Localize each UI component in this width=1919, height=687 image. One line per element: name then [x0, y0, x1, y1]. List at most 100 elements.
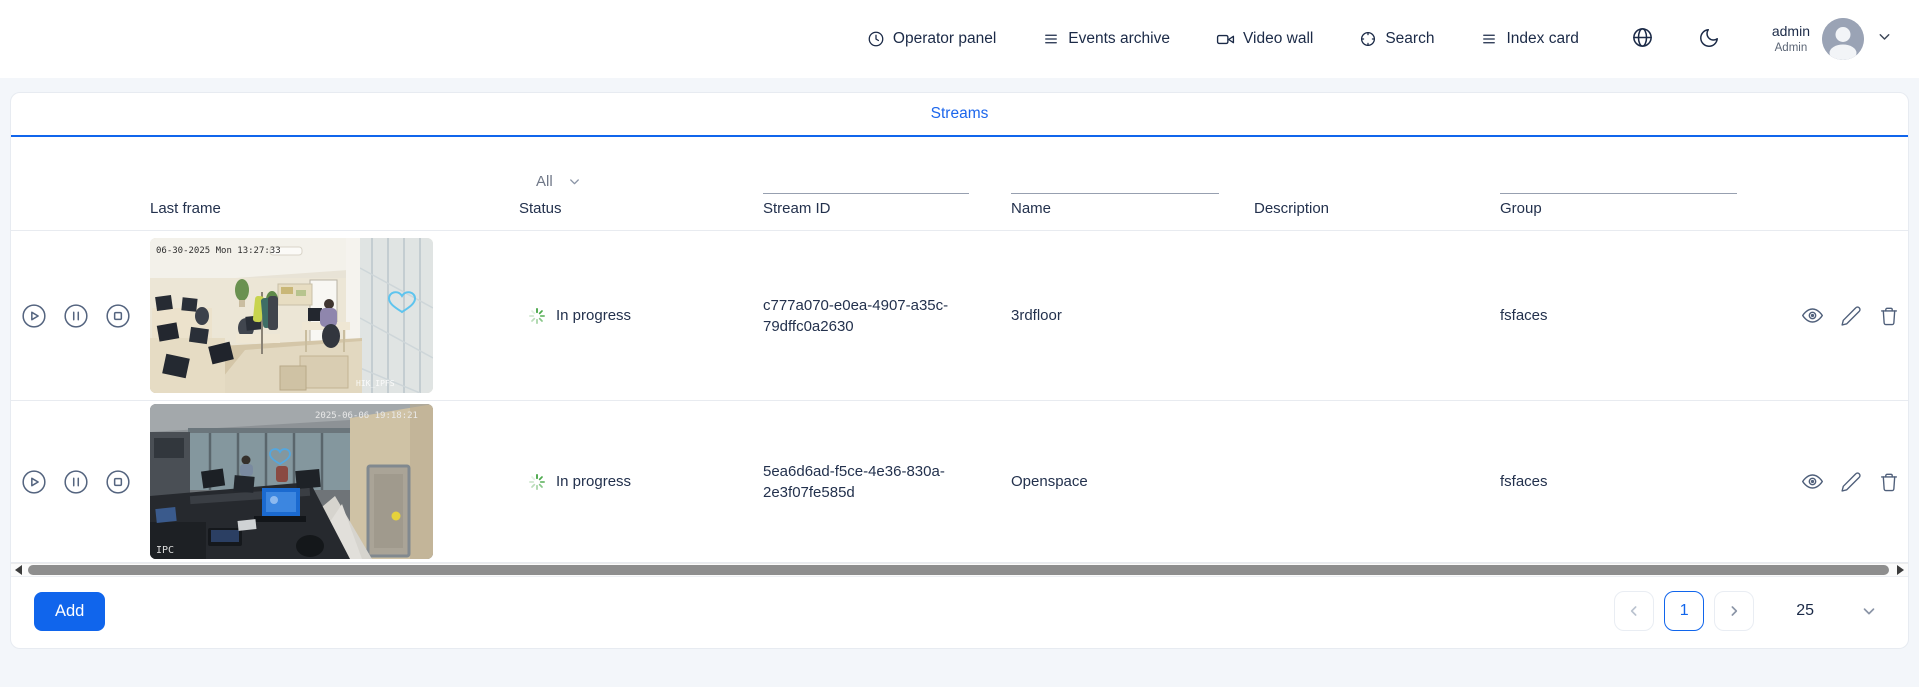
- delete-button[interactable]: [1878, 471, 1900, 493]
- status-badge: In progress: [556, 473, 632, 490]
- globe-icon: [1631, 26, 1654, 52]
- chevron-left-icon: [1631, 606, 1637, 616]
- column-header-description: Description: [1254, 200, 1330, 217]
- video-camera-icon: [1216, 30, 1235, 49]
- stream-id-cell: 5ea6d6ad-f5ce-4e36-830a- 2e3f07fe585d: [763, 462, 945, 501]
- status-cell: In progress: [513, 306, 757, 326]
- nav-label: Video wall: [1242, 30, 1314, 47]
- stream-id-filter-input[interactable]: [763, 170, 969, 194]
- scroll-left-arrow[interactable]: [15, 565, 22, 575]
- pagination: 1 25: [1604, 591, 1878, 631]
- chevron-right-icon: [1731, 606, 1738, 616]
- trash-icon: [1880, 307, 1898, 325]
- language-globe-button[interactable]: [1631, 26, 1654, 52]
- card-footer: Add 1 25: [11, 577, 1908, 645]
- name-cell: Openspace: [1011, 473, 1088, 490]
- group-cell: fsfaces: [1500, 473, 1548, 490]
- thumbnail-timestamp: 06-30-2025 Mon 13:27:33: [156, 246, 281, 256]
- pause-circle-icon: [64, 469, 88, 494]
- list-icon: [1042, 30, 1060, 48]
- user-name: admin: [1771, 23, 1810, 40]
- main-nav: Operator panel Events archive Video wall…: [867, 30, 1579, 49]
- tab-bar: Streams: [11, 93, 1908, 137]
- user-role: Admin: [1774, 41, 1808, 54]
- thumbnail-timestamp: 2025-06-06 19:18:21: [315, 411, 418, 421]
- scrollbar-thumb[interactable]: [28, 565, 1889, 575]
- moon-icon: [1698, 27, 1720, 52]
- pencil-icon: [1841, 471, 1861, 492]
- status-filter-select[interactable]: All: [536, 173, 582, 190]
- stop-circle-icon: [106, 469, 130, 494]
- column-header-group: Group: [1500, 200, 1542, 217]
- nav-video-wall[interactable]: Video wall: [1216, 30, 1313, 49]
- clock-icon: [867, 30, 885, 48]
- stream-thumbnail: 2025-06-06 19:18:21 IPC: [150, 404, 433, 559]
- column-header-stream-id: Stream ID: [763, 200, 831, 217]
- chevron-down-icon: [1876, 28, 1893, 50]
- pencil-icon: [1841, 305, 1861, 326]
- nav-index-card[interactable]: Index card: [1480, 30, 1579, 48]
- top-nav: Operator panel Events archive Video wall…: [0, 0, 1919, 78]
- pause-button[interactable]: [63, 469, 89, 495]
- stream-id-cell: c777a070-e0ea-4907-a35c- 79dffc0a2630: [763, 296, 949, 335]
- chevron-down-icon: [1863, 608, 1875, 615]
- column-header-name: Name: [1011, 200, 1052, 217]
- eye-icon: [1802, 474, 1823, 489]
- nav-events-archive[interactable]: Events archive: [1042, 30, 1170, 48]
- pause-circle-icon: [64, 303, 88, 328]
- table-row: 06-30-2025 Mon 13:27:33 HIK_IPFS In prog…: [11, 231, 1908, 401]
- view-button[interactable]: [1801, 470, 1824, 493]
- chevron-down-icon: [569, 179, 579, 185]
- nav-search[interactable]: Search: [1359, 30, 1434, 48]
- column-header-last-frame: Last frame: [150, 200, 221, 217]
- play-button[interactable]: [21, 469, 47, 495]
- table-header: Last frame All Status Stream ID Name Des…: [11, 137, 1908, 231]
- stop-button[interactable]: [105, 469, 131, 495]
- delete-button[interactable]: [1878, 305, 1900, 327]
- user-menu[interactable]: admin Admin: [1772, 18, 1893, 60]
- add-button[interactable]: Add: [34, 591, 106, 631]
- edit-button[interactable]: [1840, 471, 1862, 493]
- page-background: Streams Last frame All Status Stream ID …: [0, 78, 1919, 687]
- in-progress-spinner-icon: [529, 307, 545, 324]
- pause-button[interactable]: [63, 303, 89, 329]
- nav-label: Index card: [1506, 30, 1579, 47]
- eye-icon: [1802, 308, 1823, 323]
- nav-label: Events archive: [1068, 30, 1170, 47]
- trash-icon: [1880, 473, 1898, 491]
- thumbnail-watermark: IPC: [156, 545, 174, 556]
- stream-thumbnail: 06-30-2025 Mon 13:27:33 HIK_IPFS: [150, 238, 433, 393]
- compass-icon: [1359, 30, 1377, 48]
- stop-circle-icon: [106, 303, 130, 328]
- group-filter-input[interactable]: [1500, 170, 1737, 194]
- name-cell: 3rdfloor: [1011, 307, 1062, 324]
- horizontal-scrollbar: [11, 563, 1908, 577]
- play-circle-icon: [22, 303, 46, 328]
- table-row: 2025-06-06 19:18:21 IPC In progress 5ea6…: [11, 401, 1908, 563]
- edit-button[interactable]: [1840, 305, 1862, 327]
- theme-toggle-button[interactable]: [1698, 27, 1720, 52]
- page-number-button[interactable]: 1: [1664, 591, 1705, 631]
- list-icon: [1480, 30, 1498, 48]
- column-header-status: Status: [519, 200, 562, 217]
- play-circle-icon: [22, 469, 46, 494]
- status-cell: In progress: [513, 472, 757, 492]
- page-size-select[interactable]: 25: [1796, 602, 1878, 620]
- tab-streams[interactable]: Streams: [931, 105, 989, 123]
- prev-page-button[interactable]: [1614, 591, 1655, 631]
- next-page-button[interactable]: [1714, 591, 1755, 631]
- nav-label: Search: [1385, 30, 1435, 47]
- stop-button[interactable]: [105, 303, 131, 329]
- play-button[interactable]: [21, 303, 47, 329]
- page-size-value: 25: [1796, 602, 1814, 619]
- avatar: [1822, 18, 1864, 60]
- scroll-right-arrow[interactable]: [1897, 565, 1904, 575]
- group-cell: fsfaces: [1500, 307, 1548, 324]
- thumbnail-watermark: HIK_IPFS: [356, 379, 395, 388]
- name-filter-input[interactable]: [1011, 170, 1219, 194]
- status-badge: In progress: [556, 307, 632, 324]
- nav-operator-panel[interactable]: Operator panel: [867, 30, 996, 48]
- view-button[interactable]: [1801, 304, 1824, 327]
- nav-label: Operator panel: [892, 30, 997, 47]
- in-progress-spinner-icon: [529, 473, 545, 490]
